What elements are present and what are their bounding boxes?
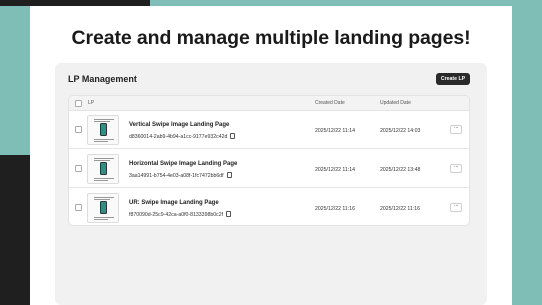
decorative-block-left xyxy=(0,155,30,305)
created-date: 2025/12/22 11:14 xyxy=(315,167,355,173)
row-checkbox[interactable] xyxy=(75,204,82,211)
column-header-created: Created Date xyxy=(315,100,345,106)
table-header: LP Created Date Updated Date xyxy=(69,96,469,111)
lp-name[interactable]: Vertical Swipe Image Landing Page xyxy=(129,122,229,128)
table-row: Vertical Swipe Image Landing Page d83600… xyxy=(69,111,469,149)
column-header-updated: Updated Date xyxy=(380,100,411,106)
phone-icon xyxy=(100,162,107,175)
decorative-block-right xyxy=(512,155,542,305)
row-checkbox[interactable] xyxy=(75,165,82,172)
lp-id: f870090d-25c9-42ca-a0f0-8133398b0c2f xyxy=(129,211,232,218)
lp-id: 3aa14991-b754-4e03-a08f-1fc7472bb6df xyxy=(129,172,232,179)
select-all-checkbox[interactable] xyxy=(75,100,82,107)
lp-name[interactable]: UR: Swipe Image Landing Page xyxy=(129,200,219,206)
phone-icon xyxy=(100,201,107,214)
table-row: UR: Swipe Image Landing Page f870090d-25… xyxy=(69,189,469,225)
updated-date: 2025/12/22 13:48 xyxy=(380,167,421,173)
more-actions-button[interactable]: ··· xyxy=(450,125,462,134)
lp-id: d8360014-2ab9-4b94-a1cc-9177e932c42d xyxy=(129,133,236,140)
lp-thumbnail xyxy=(87,154,119,184)
updated-date: 2025/12/22 11:16 xyxy=(380,206,420,212)
table-row: Horizontal Swipe Image Landing Page 3aa1… xyxy=(69,150,469,188)
copy-icon[interactable] xyxy=(226,211,232,217)
panel-title: LP Management xyxy=(68,74,137,84)
page-heading: Create and manage multiple landing pages… xyxy=(71,27,471,49)
lp-thumbnail xyxy=(87,115,119,145)
phone-icon xyxy=(100,123,107,136)
lp-name[interactable]: Horizontal Swipe Image Landing Page xyxy=(129,161,237,167)
row-checkbox[interactable] xyxy=(75,126,82,133)
copy-icon[interactable] xyxy=(230,133,236,139)
copy-icon[interactable] xyxy=(226,172,232,178)
created-date: 2025/12/22 11:14 xyxy=(315,128,355,134)
more-actions-button[interactable]: ··· xyxy=(450,203,462,212)
create-lp-button[interactable]: Create LP xyxy=(436,73,470,85)
created-date: 2025/12/22 11:16 xyxy=(315,206,355,212)
updated-date: 2025/12/22 14:03 xyxy=(380,128,421,134)
more-actions-button[interactable]: ··· xyxy=(450,164,462,173)
lp-thumbnail xyxy=(87,193,119,223)
lp-table: LP Created Date Updated Date Vertical Sw… xyxy=(68,95,470,226)
column-header-lp: LP xyxy=(88,100,95,106)
